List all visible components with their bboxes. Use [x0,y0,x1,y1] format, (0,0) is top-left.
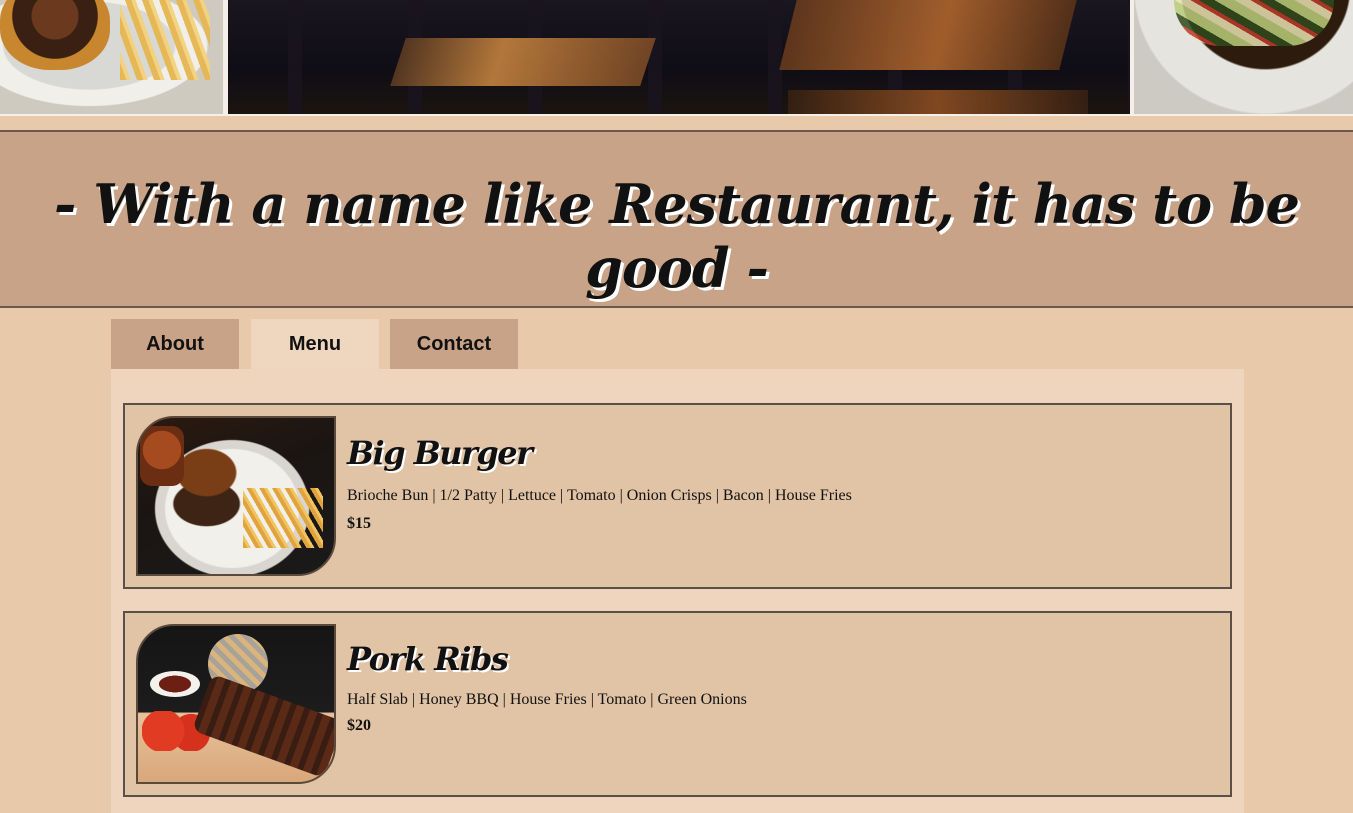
menu-item-card: Pork Ribs Half Slab | Honey BBQ | House … [123,611,1232,797]
tagline-banner: - With a name like Restaurant, it has to… [0,132,1353,308]
dining-table [788,90,1088,114]
hero-gallery [0,0,1353,116]
menu-item-description: Half Slab | Honey BBQ | House Fries | To… [347,691,747,708]
fries [243,488,323,548]
menu-item-name: Big Burger [347,434,533,472]
onion-crisps-bowl [140,426,184,486]
hero-image-salad [1134,0,1353,114]
menu-item-card: Big Burger Brioche Bun | 1/2 Patty | Let… [123,403,1232,589]
menu-item-name: Pork Ribs [347,640,509,678]
ribs-image [136,624,336,784]
dining-table [390,38,656,86]
burger-image [136,416,336,576]
dining-table [779,0,1077,70]
bbq-sauce-bowl [150,671,200,697]
menu-item-description: Brioche Bun | 1/2 Patty | Lettuce | Toma… [347,487,852,504]
tab-about[interactable]: About [111,319,239,369]
menu-item-price: $15 [347,515,371,532]
tab-contact[interactable]: Contact [390,319,518,369]
hero-image-dining-room [228,0,1130,114]
hero-image-burger [0,0,223,114]
tagline: - With a name like Restaurant, it has to… [53,172,1300,300]
rib-rack [191,673,334,779]
menu-panel: Big Burger Brioche Bun | 1/2 Patty | Let… [111,369,1244,813]
tab-menu[interactable]: Menu [251,319,379,369]
menu-item-price: $20 [347,717,371,734]
